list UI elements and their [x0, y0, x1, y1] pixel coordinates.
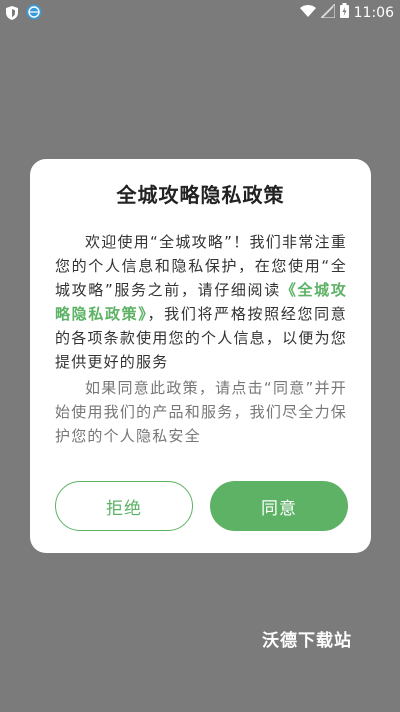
status-left-icons: [6, 4, 42, 24]
agree-button-label: 同意: [261, 498, 297, 519]
watermark-text: 沃德下载站: [262, 631, 352, 651]
shield-icon: [6, 5, 18, 24]
privacy-dialog: 全城攻略隐私政策 欢迎使用“全城攻略”！我们非常注重您的个人信息和隐私保护，在您…: [30, 159, 371, 553]
decline-button[interactable]: 拒绝: [55, 481, 193, 531]
dialog-title: 全城攻略隐私政策: [116, 183, 285, 207]
signal-icon: [319, 2, 336, 22]
agree-button[interactable]: 同意: [210, 481, 348, 531]
battery-charging-icon: [339, 3, 349, 22]
wifi-icon: [299, 3, 316, 22]
status-bar: 11:06: [0, 0, 400, 24]
consent-paragraph: 如果同意此政策，请点击“同意”并开始使用我们的产品和服务，我们尽全力保护您的个人…: [55, 379, 347, 445]
status-right-icons: 11:06: [299, 2, 394, 22]
browser-app-icon: [26, 4, 42, 24]
privacy-intro-paragraph: 欢迎使用“全城攻略”！我们非常注重您的个人信息和隐私保护，在您使用“全城攻略”服…: [55, 230, 347, 374]
status-time: 11:06: [353, 4, 394, 21]
decline-button-label: 拒绝: [106, 498, 142, 519]
